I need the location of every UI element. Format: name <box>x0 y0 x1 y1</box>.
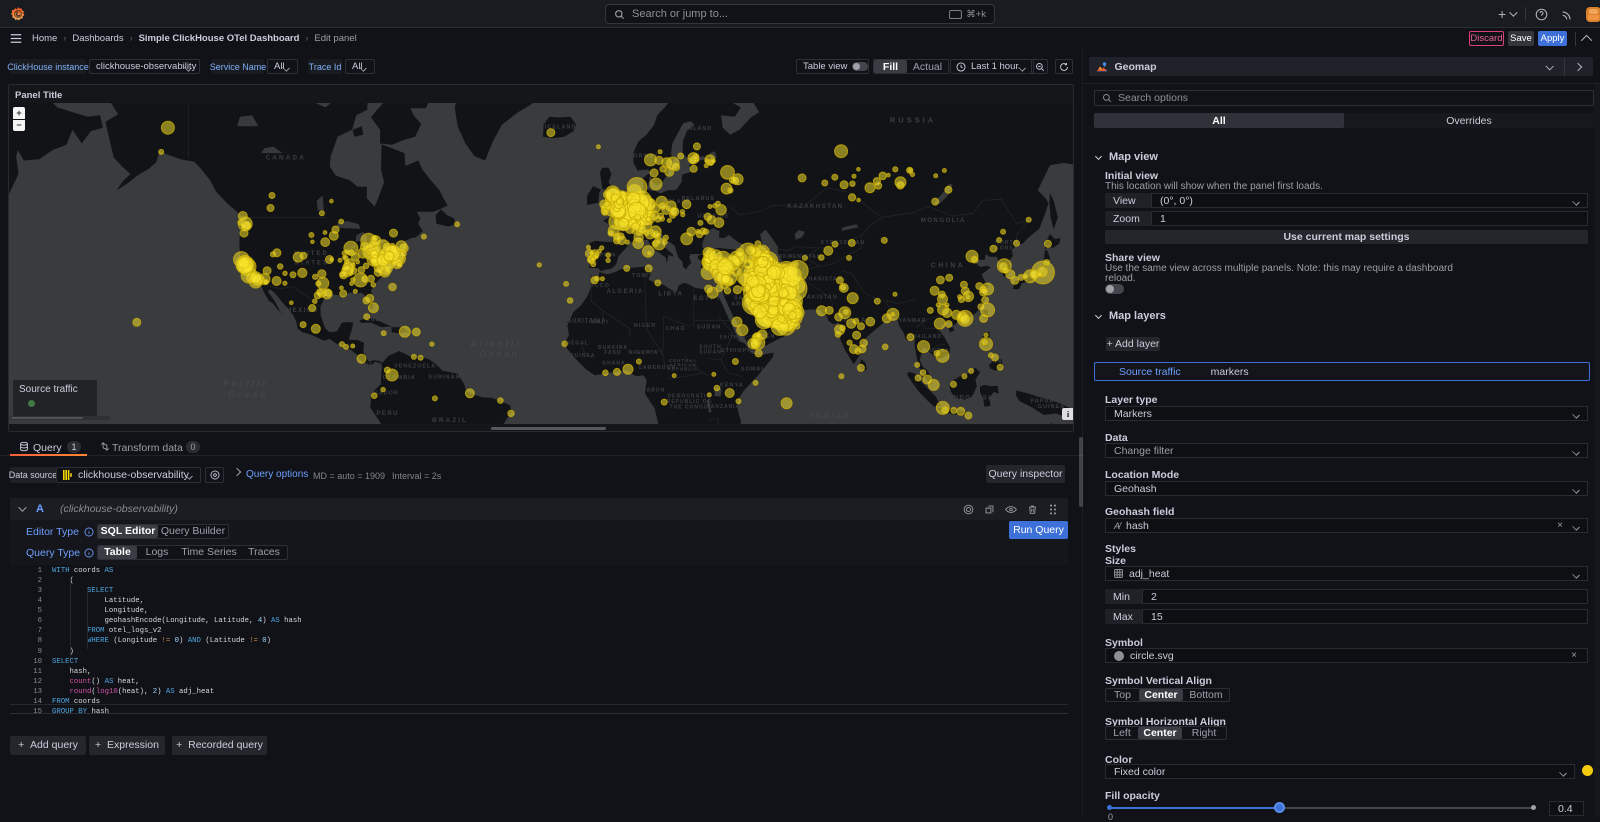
svg-text:KYRGYZSTAN: KYRGYZSTAN <box>821 240 865 246</box>
svg-text:GUINEA: GUINEA <box>570 353 595 359</box>
svg-text:TUNISIA: TUNISIA <box>632 273 661 279</box>
svg-text:PHILIPPINES: PHILIPPINES <box>966 359 1011 365</box>
svg-text:CHINA: CHINA <box>931 263 966 270</box>
svg-text:TANZANIA: TANZANIA <box>707 404 740 410</box>
svg-text:SUDAN: SUDAN <box>699 349 722 355</box>
svg-text:PERU: PERU <box>376 411 399 417</box>
svg-text:ALGERIA: ALGERIA <box>606 289 644 295</box>
svg-text:SOMALIA: SOMALIA <box>741 367 773 373</box>
svg-text:FINLAND: FINLAND <box>681 126 712 132</box>
svg-text:MAURITANIA: MAURITANIA <box>562 318 606 324</box>
svg-text:SURINAME: SURINAME <box>428 374 465 380</box>
svg-text:Indian: Indian <box>810 410 852 420</box>
svg-text:KAZAKHSTAN: KAZAKHSTAN <box>787 204 843 210</box>
svg-text:Atlantic: Atlantic <box>469 338 523 348</box>
svg-text:LIBYA: LIBYA <box>658 292 683 298</box>
svg-text:THE CONGO: THE CONGO <box>670 405 709 411</box>
svg-text:CANADA: CANADA <box>266 154 306 161</box>
svg-text:GHANA: GHANA <box>602 361 625 367</box>
svg-text:BRAZIL: BRAZIL <box>432 417 468 424</box>
svg-text:CHAD: CHAD <box>666 326 686 332</box>
svg-text:MYANMAR: MYANMAR <box>894 318 927 324</box>
svg-text:INDONESIA: INDONESIA <box>950 396 997 402</box>
svg-text:REPUBLIC: REPUBLIC <box>668 367 699 372</box>
svg-text:SUDAN: SUDAN <box>697 325 722 331</box>
svg-text:PAKISTAN: PAKISTAN <box>802 294 837 300</box>
svg-text:ETHIOPIA: ETHIOPIA <box>721 348 755 354</box>
svg-text:KENYA: KENYA <box>720 383 744 389</box>
svg-text:FASO: FASO <box>604 350 622 356</box>
svg-text:NIGER: NIGER <box>634 323 656 329</box>
svg-text:MOROCCO: MOROCCO <box>574 283 610 289</box>
svg-text:GABON: GABON <box>642 387 666 393</box>
svg-text:RUSSIA: RUSSIA <box>890 116 936 125</box>
svg-text:PANAMA: PANAMA <box>356 363 384 369</box>
svg-text:Ocean: Ocean <box>479 349 519 359</box>
svg-text:Ocean: Ocean <box>228 390 268 400</box>
svg-text:MONGOLIA: MONGOLIA <box>921 218 966 224</box>
svg-text:VENEZUELA: VENEZUELA <box>394 364 436 370</box>
svg-text:NIGERIA: NIGERIA <box>629 350 659 356</box>
svg-text:EGYPT: EGYPT <box>693 296 721 302</box>
svg-text:Pacific: Pacific <box>223 379 270 389</box>
svg-text:KOREA: KOREA <box>995 246 1018 252</box>
svg-text:GUATEMALA: GUATEMALA <box>316 344 357 350</box>
